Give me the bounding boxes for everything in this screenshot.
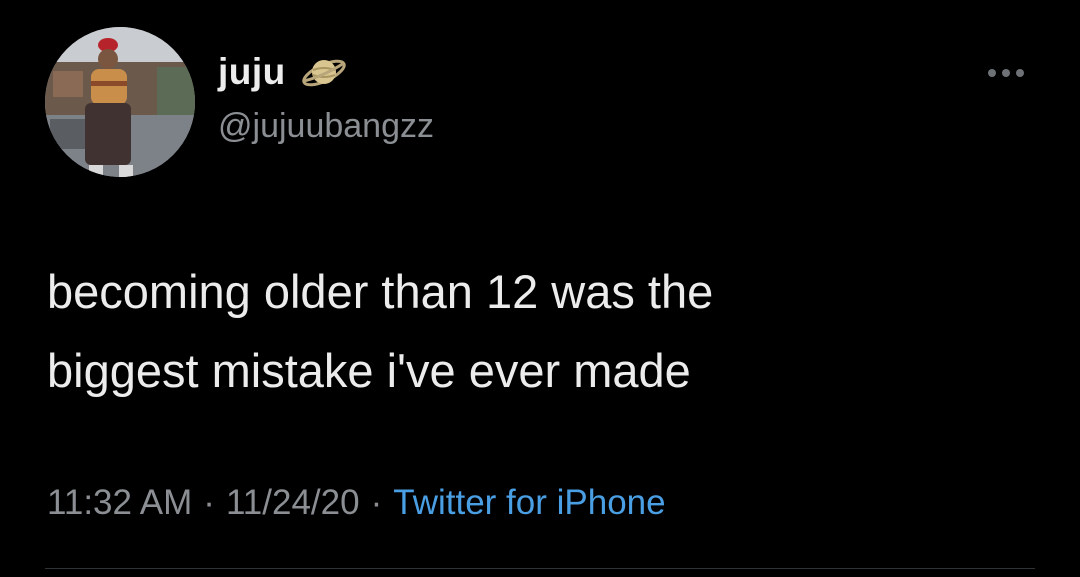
divider xyxy=(45,568,1035,569)
tweet-time[interactable]: 11:32 AM xyxy=(47,483,192,522)
tweet: juju @jujuubangzz becoming older than 12… xyxy=(0,0,1080,577)
tweet-text-line: becoming older than 12 was the xyxy=(47,265,714,318)
ringed-planet-icon xyxy=(300,48,348,96)
tweet-text-line: biggest mistake i've ever made xyxy=(47,344,691,397)
tweet-date[interactable]: 11/24/20 xyxy=(226,483,360,522)
meta-separator: · xyxy=(370,483,383,522)
tweet-meta: 11:32 AM · 11/24/20 · Twitter for iPhone xyxy=(47,483,666,523)
avatar[interactable] xyxy=(45,27,195,177)
display-name[interactable]: juju xyxy=(218,51,286,93)
user-handle[interactable]: @jujuubangzz xyxy=(218,107,434,146)
meta-separator: · xyxy=(203,483,215,522)
author-name-row[interactable]: juju xyxy=(218,48,348,96)
tweet-text: becoming older than 12 was the biggest m… xyxy=(47,252,1007,410)
tweet-source-link[interactable]: Twitter for iPhone xyxy=(393,483,665,522)
more-options-icon[interactable] xyxy=(985,66,1027,80)
